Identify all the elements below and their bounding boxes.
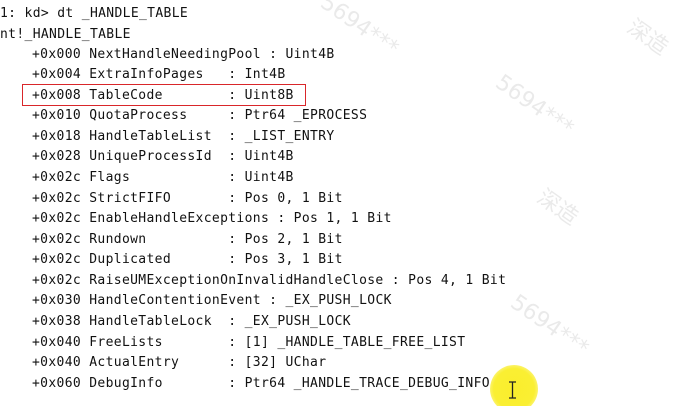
field-name: EnableHandleExceptions [89,211,270,226]
field-name: UniqueProcessId [89,149,212,164]
field-name: HandleTableList [89,129,212,144]
field-type: Uint4B [244,170,294,185]
field-name: Flags [89,170,131,185]
field-offset: +0x02c [32,191,82,206]
field-type: Uint4B [285,47,335,62]
field-separator: : [187,108,245,123]
field-separator: : [171,252,245,267]
field-separator: : [179,355,245,370]
debugger-console[interactable]: 5694*** 深造 5694*** 深造 5694*** 1: kd> dt … [0,0,688,406]
struct-field-row: +0x004 ExtraInfoPages : Int4B [32,65,286,85]
field-separator: : [203,67,245,82]
field-offset: +0x040 [32,355,82,370]
field-offset: +0x02c [32,232,82,247]
field-offset: +0x000 [32,47,82,62]
field-separator: : [211,129,245,144]
field-offset: +0x02c [32,252,82,267]
field-offset: +0x038 [32,314,82,329]
struct-field-row: +0x040 ActualEntry : [32] UChar [32,353,326,373]
text-cursor-icon [509,381,516,399]
field-separator: : [211,149,245,164]
field-name: ActualEntry [89,355,180,370]
struct-field-row: +0x02c Rundown : Pos 2, 1 Bit [32,230,343,250]
field-type: Pos 2, 1 Bit [244,232,343,247]
field-name: FreeLists [89,335,163,350]
struct-field-row: +0x02c EnableHandleExceptions : Pos 1, 1… [32,209,392,229]
watermark: 5694*** [505,290,593,362]
field-type: Pos 4, 1 Bit [408,273,507,288]
tablecode-highlight-box [22,84,306,106]
field-separator: : [130,170,245,185]
field-type: Pos 1, 1 Bit [293,211,392,226]
watermark: 深造 [532,184,583,231]
field-offset: +0x018 [32,129,82,144]
struct-field-row: +0x040 FreeLists : [1] _HANDLE_TABLE_FRE… [32,333,465,353]
struct-field-row: +0x000 NextHandleNeedingPool : Uint4B [32,45,335,65]
struct-field-row: +0x010 QuotaProcess : Ptr64 _EPROCESS [32,106,367,126]
struct-field-row: +0x02c StrictFIFO : Pos 0, 1 Bit [32,189,343,209]
field-name: HandleTableLock [89,314,212,329]
struct-field-row: +0x030 HandleContentionEvent : _EX_PUSH_… [32,291,392,311]
watermark: 5694*** [490,70,578,142]
field-offset: +0x060 [32,376,82,391]
struct-field-row: +0x018 HandleTableList : _LIST_ENTRY [32,127,335,147]
field-offset: +0x040 [32,335,82,350]
field-type: Ptr64 _EPROCESS [244,108,368,123]
field-name: RaiseUMExceptionOnInvalidHandleClose [89,273,384,288]
field-separator: : [162,335,245,350]
struct-field-row: +0x02c Duplicated : Pos 3, 1 Bit [32,250,343,270]
field-separator: : [211,314,245,329]
struct-field-row: +0x038 HandleTableLock : _EX_PUSH_LOCK [32,312,351,332]
struct-field-row: +0x02c Flags : Uint4B [32,168,294,188]
struct-field-row: +0x060 DebugInfo : Ptr64 _HANDLE_TRACE_D… [32,374,490,394]
field-name: ExtraInfoPages [89,67,204,82]
field-type: Uint4B [244,149,294,164]
field-name: QuotaProcess [89,108,188,123]
field-offset: +0x010 [32,108,82,123]
field-separator: : [260,293,286,308]
struct-field-row: +0x02c RaiseUMExceptionOnInvalidHandleCl… [32,271,506,291]
field-name: DebugInfo [89,376,163,391]
field-offset: +0x02c [32,211,82,226]
field-type: [1] _HANDLE_TABLE_FREE_LIST [244,335,466,350]
field-offset: +0x030 [32,293,82,308]
field-type: Int4B [244,67,286,82]
type-header: nt!_HANDLE_TABLE [0,27,131,42]
field-name: Rundown [89,232,147,247]
field-offset: +0x028 [32,149,82,164]
field-separator: : [383,273,409,288]
watermark: 深造 [622,14,673,61]
field-type: [32] UChar [244,355,327,370]
field-type: Ptr64 _HANDLE_TRACE_DEBUG_INFO [244,376,490,391]
field-offset: +0x004 [32,67,82,82]
field-separator: : [162,376,245,391]
field-offset: +0x02c [32,170,82,185]
struct-field-row: +0x028 UniqueProcessId : Uint4B [32,147,294,167]
field-type: _EX_PUSH_LOCK [285,293,392,308]
field-separator: : [146,232,245,247]
field-offset: +0x02c [32,273,82,288]
field-separator: : [269,211,294,226]
field-separator: : [260,47,286,62]
field-name: HandleContentionEvent [89,293,261,308]
field-type: Pos 0, 1 Bit [244,191,343,206]
field-name: StrictFIFO [89,191,172,206]
field-separator: : [171,191,245,206]
field-type: Pos 3, 1 Bit [244,252,343,267]
field-name: NextHandleNeedingPool [89,47,261,62]
field-type: _LIST_ENTRY [244,129,335,144]
command-line: 1: kd> dt _HANDLE_TABLE [0,6,189,21]
field-name: Duplicated [89,252,172,267]
field-type: _EX_PUSH_LOCK [244,314,351,329]
